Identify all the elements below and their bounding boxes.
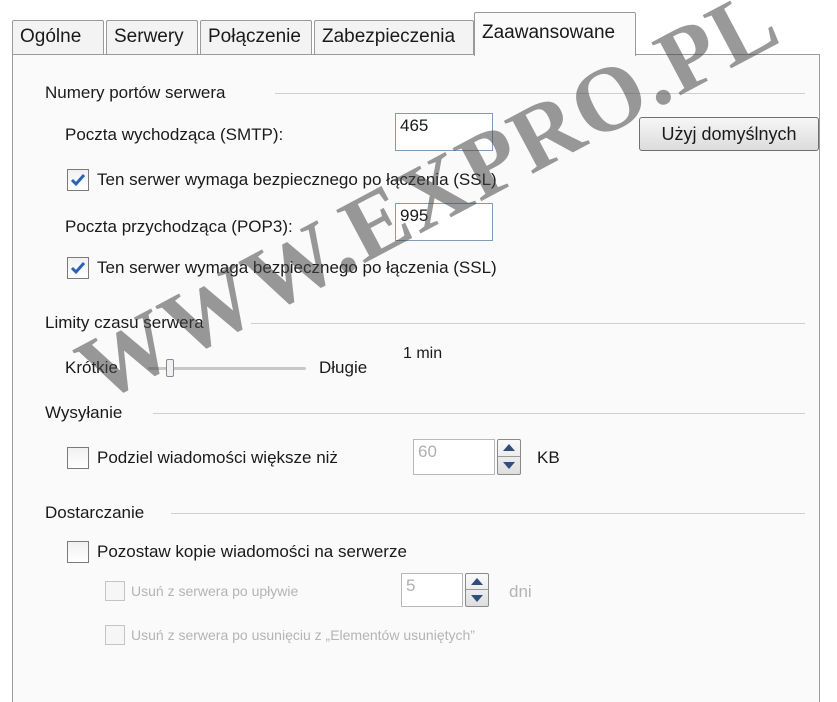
remove-after-spinner[interactable] xyxy=(465,573,489,607)
split-unit-label: KB xyxy=(537,448,560,467)
split-size-spinner[interactable] xyxy=(497,439,521,475)
arrow-up-icon xyxy=(471,578,483,585)
remove-after-label: Usuń z serwera po upływie xyxy=(131,583,299,599)
use-defaults-button[interactable]: Użyj domyślnych xyxy=(639,117,819,151)
smtp-label: Poczta wychodząca (SMTP): xyxy=(65,125,284,144)
split-size-input[interactable]: 60 xyxy=(413,439,495,475)
pop3-label: Poczta przychodząca (POP3): xyxy=(65,217,293,236)
pop3-ssl-checkbox[interactable] xyxy=(67,257,89,279)
group-title-timeouts: Limity czasu serwera xyxy=(45,313,204,332)
remove-deleted-label: Usuń z serwera po usunięciu z „Elementów… xyxy=(131,627,475,643)
advanced-settings-panel: Numery portów serwera Poczta wychodząca … xyxy=(12,54,820,702)
arrow-up-icon xyxy=(503,444,515,451)
check-icon xyxy=(70,262,86,275)
arrow-down-icon xyxy=(471,595,483,602)
timeout-short-label: Krótkie xyxy=(65,358,118,377)
tab-label: Połączenie xyxy=(208,26,301,47)
tab-label: Zabezpieczenia xyxy=(322,26,456,47)
remove-after-unit: dni xyxy=(509,582,532,601)
remove-after-checkbox[interactable] xyxy=(105,581,125,601)
timeout-slider-thumb[interactable] xyxy=(166,359,174,377)
leave-copy-label: Pozostaw kopie wiadomości na serwerze xyxy=(97,542,407,561)
split-messages-checkbox[interactable] xyxy=(67,447,89,469)
smtp-ssl-label: Ten serwer wymaga bezpiecznego po łączen… xyxy=(97,170,497,189)
tab-label: Ogólne xyxy=(20,26,82,47)
spin-up-button[interactable] xyxy=(466,574,488,590)
tab-polaczenie[interactable]: Połączenie xyxy=(200,20,312,54)
tab-serwery[interactable]: Serwery xyxy=(106,20,198,54)
group-divider xyxy=(251,323,805,324)
tab-label: Zaawansowane xyxy=(482,22,616,43)
spin-up-button[interactable] xyxy=(498,440,520,457)
tab-ogolne[interactable]: Ogólne xyxy=(12,20,104,54)
pop3-port-input[interactable]: 995 xyxy=(395,203,493,241)
group-divider xyxy=(275,93,805,94)
group-title-server-ports: Numery portów serwera xyxy=(45,83,226,102)
group-title-delivery: Dostarczanie xyxy=(45,503,145,522)
timeout-value: 1 min xyxy=(403,345,443,362)
tab-zabezpieczenia[interactable]: Zabezpieczenia xyxy=(314,20,474,54)
smtp-port-input[interactable]: 465 xyxy=(395,113,493,151)
check-icon xyxy=(70,174,86,187)
group-title-sending: Wysyłanie xyxy=(45,403,123,422)
pop3-ssl-label: Ten serwer wymaga bezpiecznego po łączen… xyxy=(97,258,497,277)
smtp-ssl-checkbox[interactable] xyxy=(67,169,89,191)
remove-deleted-checkbox[interactable] xyxy=(105,625,125,645)
tab-label: Serwery xyxy=(114,26,184,47)
spin-down-button[interactable] xyxy=(498,457,520,474)
leave-copy-checkbox[interactable] xyxy=(67,541,89,563)
arrow-down-icon xyxy=(503,462,515,469)
timeout-long-label: Długie xyxy=(319,358,368,377)
remove-after-days-input[interactable]: 5 xyxy=(401,573,463,607)
group-divider xyxy=(153,413,805,414)
tab-zaawansowane[interactable]: Zaawansowane xyxy=(474,12,636,56)
spin-down-button[interactable] xyxy=(466,590,488,606)
group-divider xyxy=(171,513,805,514)
split-messages-label: Podziel wiadomości większe niż xyxy=(97,448,338,467)
